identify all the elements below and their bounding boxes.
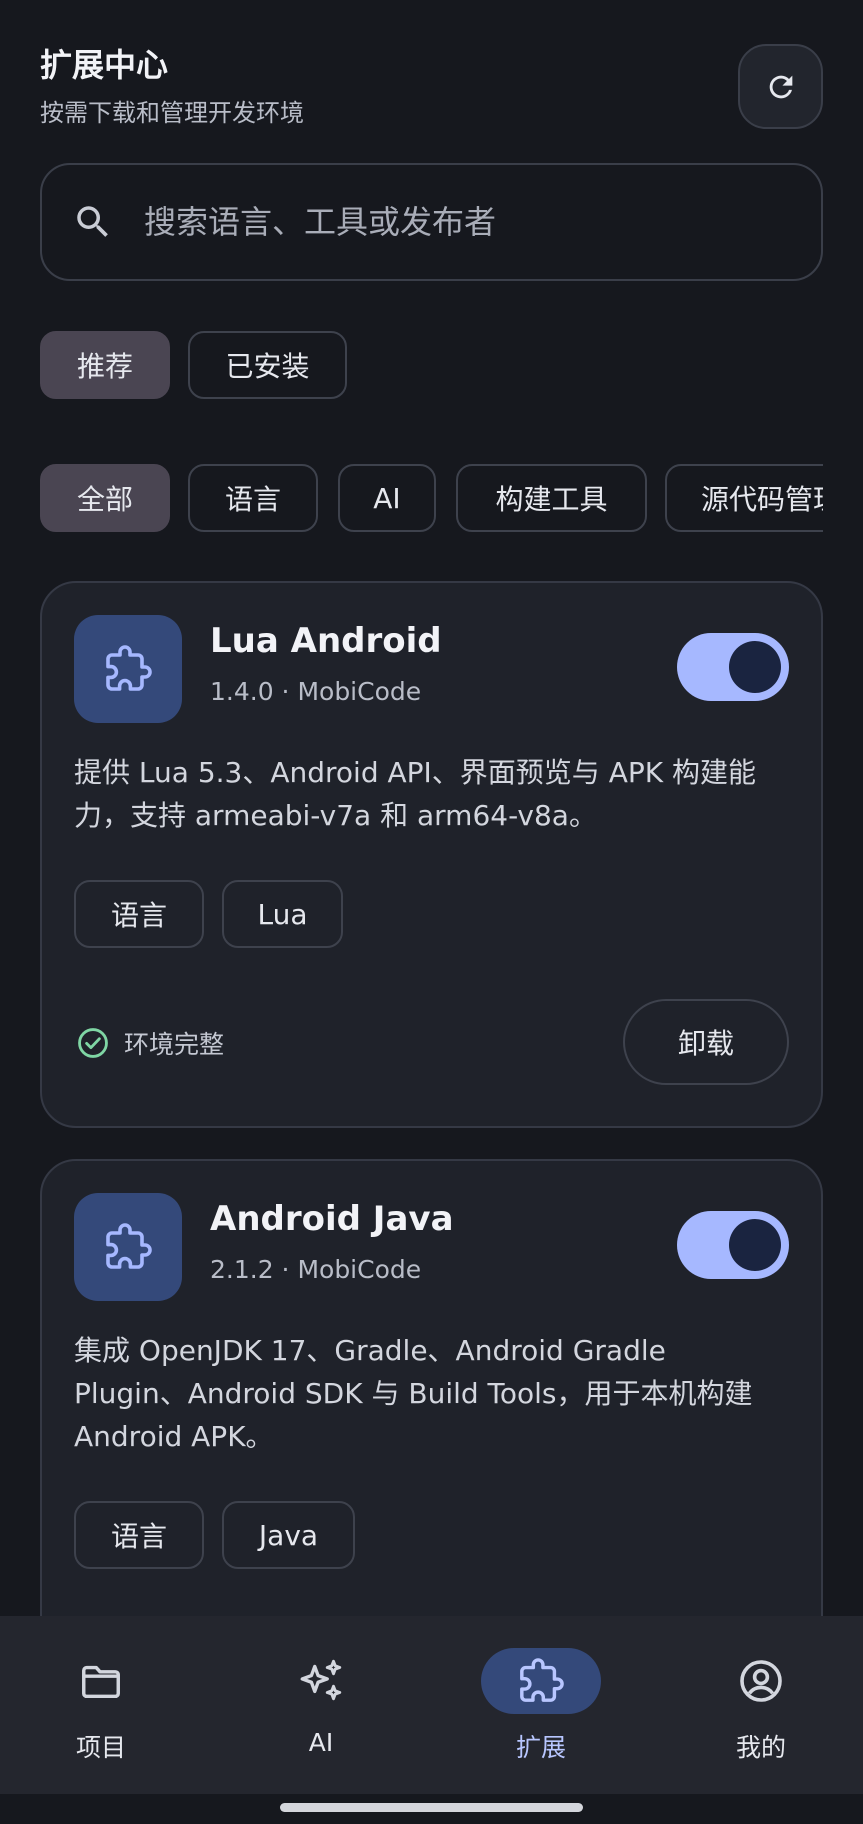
toggle-knob xyxy=(729,1219,781,1271)
toggle-knob xyxy=(729,641,781,693)
tab-installed[interactable]: 已安装 xyxy=(188,331,347,399)
nav-item-extensions[interactable]: 扩展 xyxy=(461,1648,621,1768)
gesture-handle[interactable] xyxy=(280,1803,583,1812)
nav-label: 我的 xyxy=(735,1733,786,1762)
extension-tag-label: Lua xyxy=(257,897,308,931)
extension-enable-toggle[interactable] xyxy=(677,1211,789,1279)
search-bar[interactable] xyxy=(40,163,823,281)
extension-card[interactable]: Android Java 2.1.2 · MobiCode 集成 OpenJDK… xyxy=(40,1159,823,1679)
refresh-button[interactable] xyxy=(738,44,823,129)
nav-icon-container xyxy=(261,1648,381,1714)
refresh-icon xyxy=(769,75,792,98)
page-header: 扩展中心 按需下载和管理开发环境 xyxy=(40,44,823,134)
extension-tag[interactable]: Java xyxy=(222,1501,355,1569)
category-chip-label: 源代码管理 xyxy=(701,483,823,516)
category-chip-row: 全部 语言 AI 构建工具 源代码管理 xyxy=(0,460,823,540)
category-chip-all[interactable]: 全部 xyxy=(40,464,170,532)
extension-tag-label: 语言 xyxy=(110,899,167,932)
extension-tag[interactable]: 语言 xyxy=(74,1501,204,1569)
account-icon xyxy=(740,1660,782,1702)
check-circle-icon xyxy=(78,1028,108,1058)
extension-tag[interactable]: 语言 xyxy=(74,880,204,948)
extension-enable-toggle[interactable] xyxy=(677,633,789,701)
search-input[interactable] xyxy=(144,203,744,241)
nav-label: 项目 xyxy=(75,1733,126,1762)
nav-icon-container xyxy=(701,1648,821,1714)
environment-status: 环境完整 xyxy=(76,1025,224,1061)
nav-label: 扩展 xyxy=(515,1733,566,1762)
extension-name: Lua Android xyxy=(210,621,442,661)
uninstall-button-label: 卸载 xyxy=(677,1027,734,1060)
page-subtitle: 按需下载和管理开发环境 xyxy=(40,99,304,127)
nav-item-ai[interactable]: AI xyxy=(241,1648,401,1768)
puzzle-icon xyxy=(520,1658,564,1702)
uninstall-button[interactable]: 卸载 xyxy=(623,999,789,1085)
nav-label: AI xyxy=(308,1728,334,1757)
tab-installed-label: 已安装 xyxy=(225,350,310,383)
extension-description: 集成 OpenJDK 17、Gradle、Android Gradle Plug… xyxy=(74,1334,753,1453)
extension-icon xyxy=(74,615,182,723)
environment-status-text: 环境完整 xyxy=(124,1030,225,1059)
category-chip-language[interactable]: 语言 xyxy=(188,464,318,532)
nav-icon-container xyxy=(481,1648,601,1714)
nav-icon-container xyxy=(41,1648,161,1714)
extension-description: 提供 Lua 5.3、Android API、界面预览与 APK 构建能力，支持… xyxy=(74,756,756,832)
puzzle-icon xyxy=(106,1223,152,1269)
category-chip-label: AI xyxy=(373,481,401,515)
sparkle-icon xyxy=(300,1659,342,1701)
extension-version-publisher: 1.4.0 · MobiCode xyxy=(210,677,422,706)
search-icon xyxy=(77,206,108,237)
category-chip-label: 全部 xyxy=(76,483,133,516)
category-chip-label: 语言 xyxy=(224,483,281,516)
extension-tag-label: 语言 xyxy=(110,1520,167,1553)
tab-recommended-label: 推荐 xyxy=(76,350,133,383)
extension-tag-label: Java xyxy=(258,1518,319,1552)
category-chip-build-tools[interactable]: 构建工具 xyxy=(456,464,647,532)
nav-item-projects[interactable]: 项目 xyxy=(21,1648,181,1768)
extension-icon xyxy=(74,1193,182,1301)
extension-card[interactable]: Lua Android 1.4.0 · MobiCode 提供 Lua 5.3、… xyxy=(40,581,823,1128)
nav-item-me[interactable]: 我的 xyxy=(681,1648,841,1768)
extension-name: Android Java xyxy=(210,1199,454,1239)
category-chip-source-control[interactable]: 源代码管理 xyxy=(665,464,823,532)
page-title: 扩展中心 xyxy=(40,46,169,84)
extension-tag[interactable]: Lua xyxy=(222,880,343,948)
category-chip-label: 构建工具 xyxy=(495,483,608,516)
puzzle-icon xyxy=(106,645,152,691)
folder-icon xyxy=(82,1665,120,1699)
tab-recommended[interactable]: 推荐 xyxy=(40,331,170,399)
category-chip-ai[interactable]: AI xyxy=(338,464,436,532)
extension-version-publisher: 2.1.2 · MobiCode xyxy=(210,1255,422,1284)
bottom-navigation-bar: 项目 AI 扩展 我的 xyxy=(0,1616,863,1794)
